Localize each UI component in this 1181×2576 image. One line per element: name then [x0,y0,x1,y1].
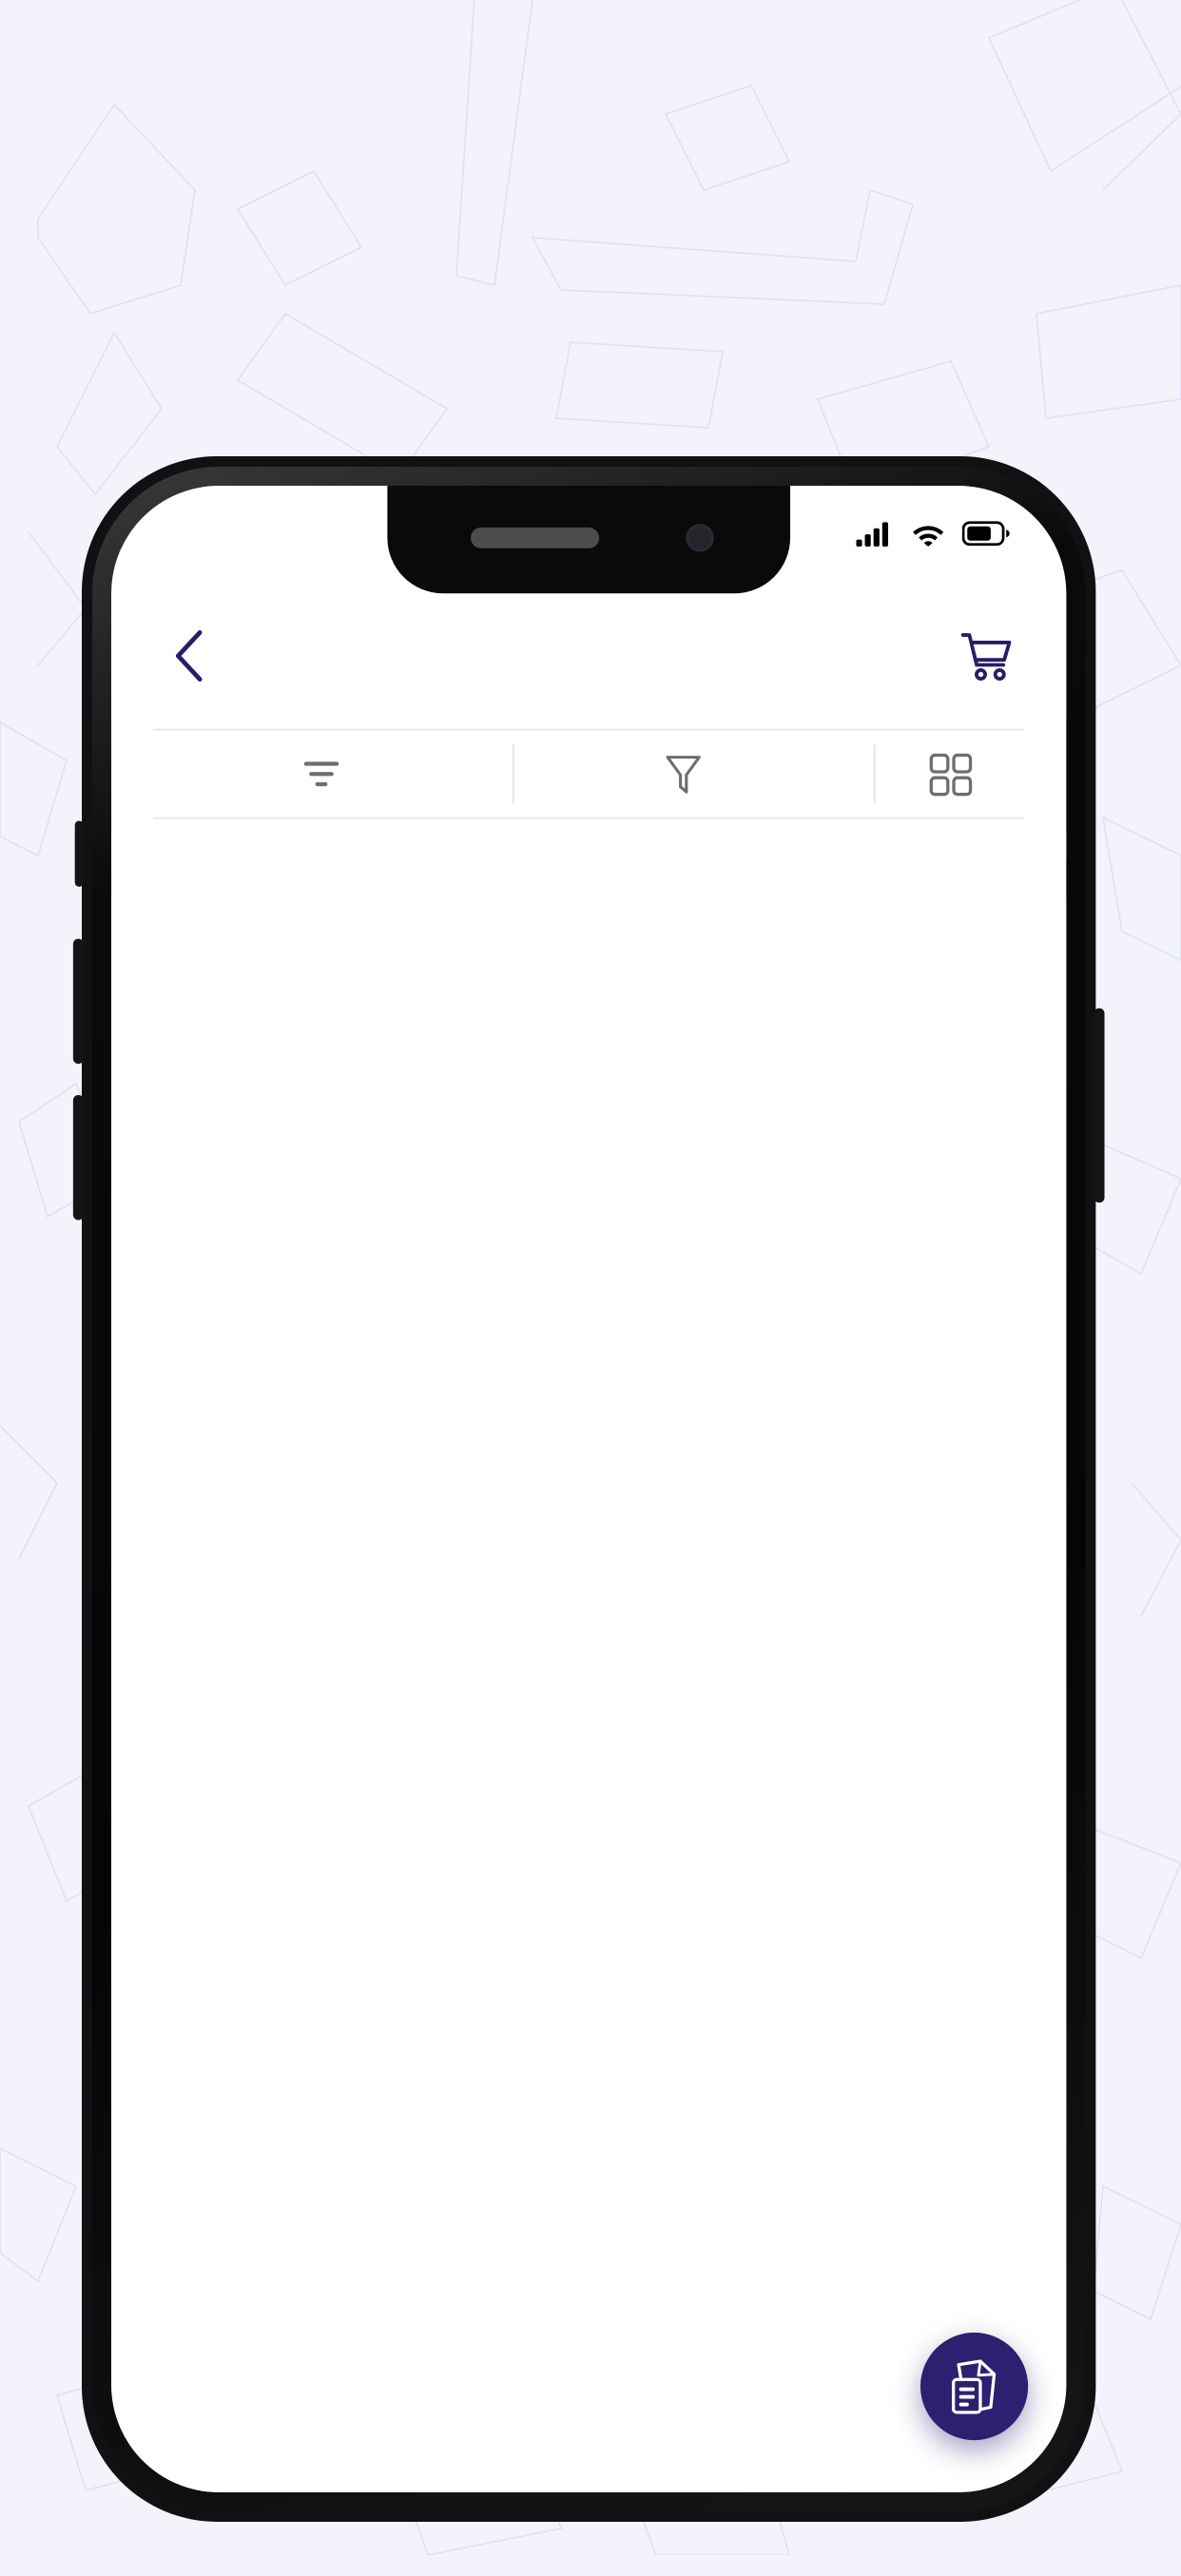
quotation-fab-button[interactable] [920,2332,1029,2441]
app-header [111,593,1067,719]
grid-view-icon [928,752,972,796]
funnel-icon [665,755,700,793]
shopping-cart-icon [960,632,1012,681]
phone-mockup [72,456,1105,2576]
document-invoice-icon [952,2358,997,2413]
sort-filter-toolbar [152,728,1025,819]
back-button[interactable] [149,618,225,694]
status-bar [111,486,1066,593]
cart-button[interactable] [948,618,1024,694]
wifi-icon [913,526,944,547]
phone-mute-switch[interactable] [74,820,84,887]
total-products-label [111,833,1067,861]
signal-icon [856,522,888,547]
battery-icon [961,521,1010,547]
product-grid[interactable] [111,898,1067,2492]
phone-screen [111,486,1067,2492]
page-title [0,91,1181,95]
phone-volume-down[interactable] [72,1094,84,1221]
phone-volume-up[interactable] [72,938,84,1065]
grid-view-button[interactable] [875,752,1024,796]
chevron-left-icon [175,629,202,682]
sort-button[interactable] [153,731,513,817]
sort-lines-icon [303,761,339,787]
filter-button[interactable] [514,731,874,817]
phone-power-button[interactable] [1094,1008,1105,1203]
